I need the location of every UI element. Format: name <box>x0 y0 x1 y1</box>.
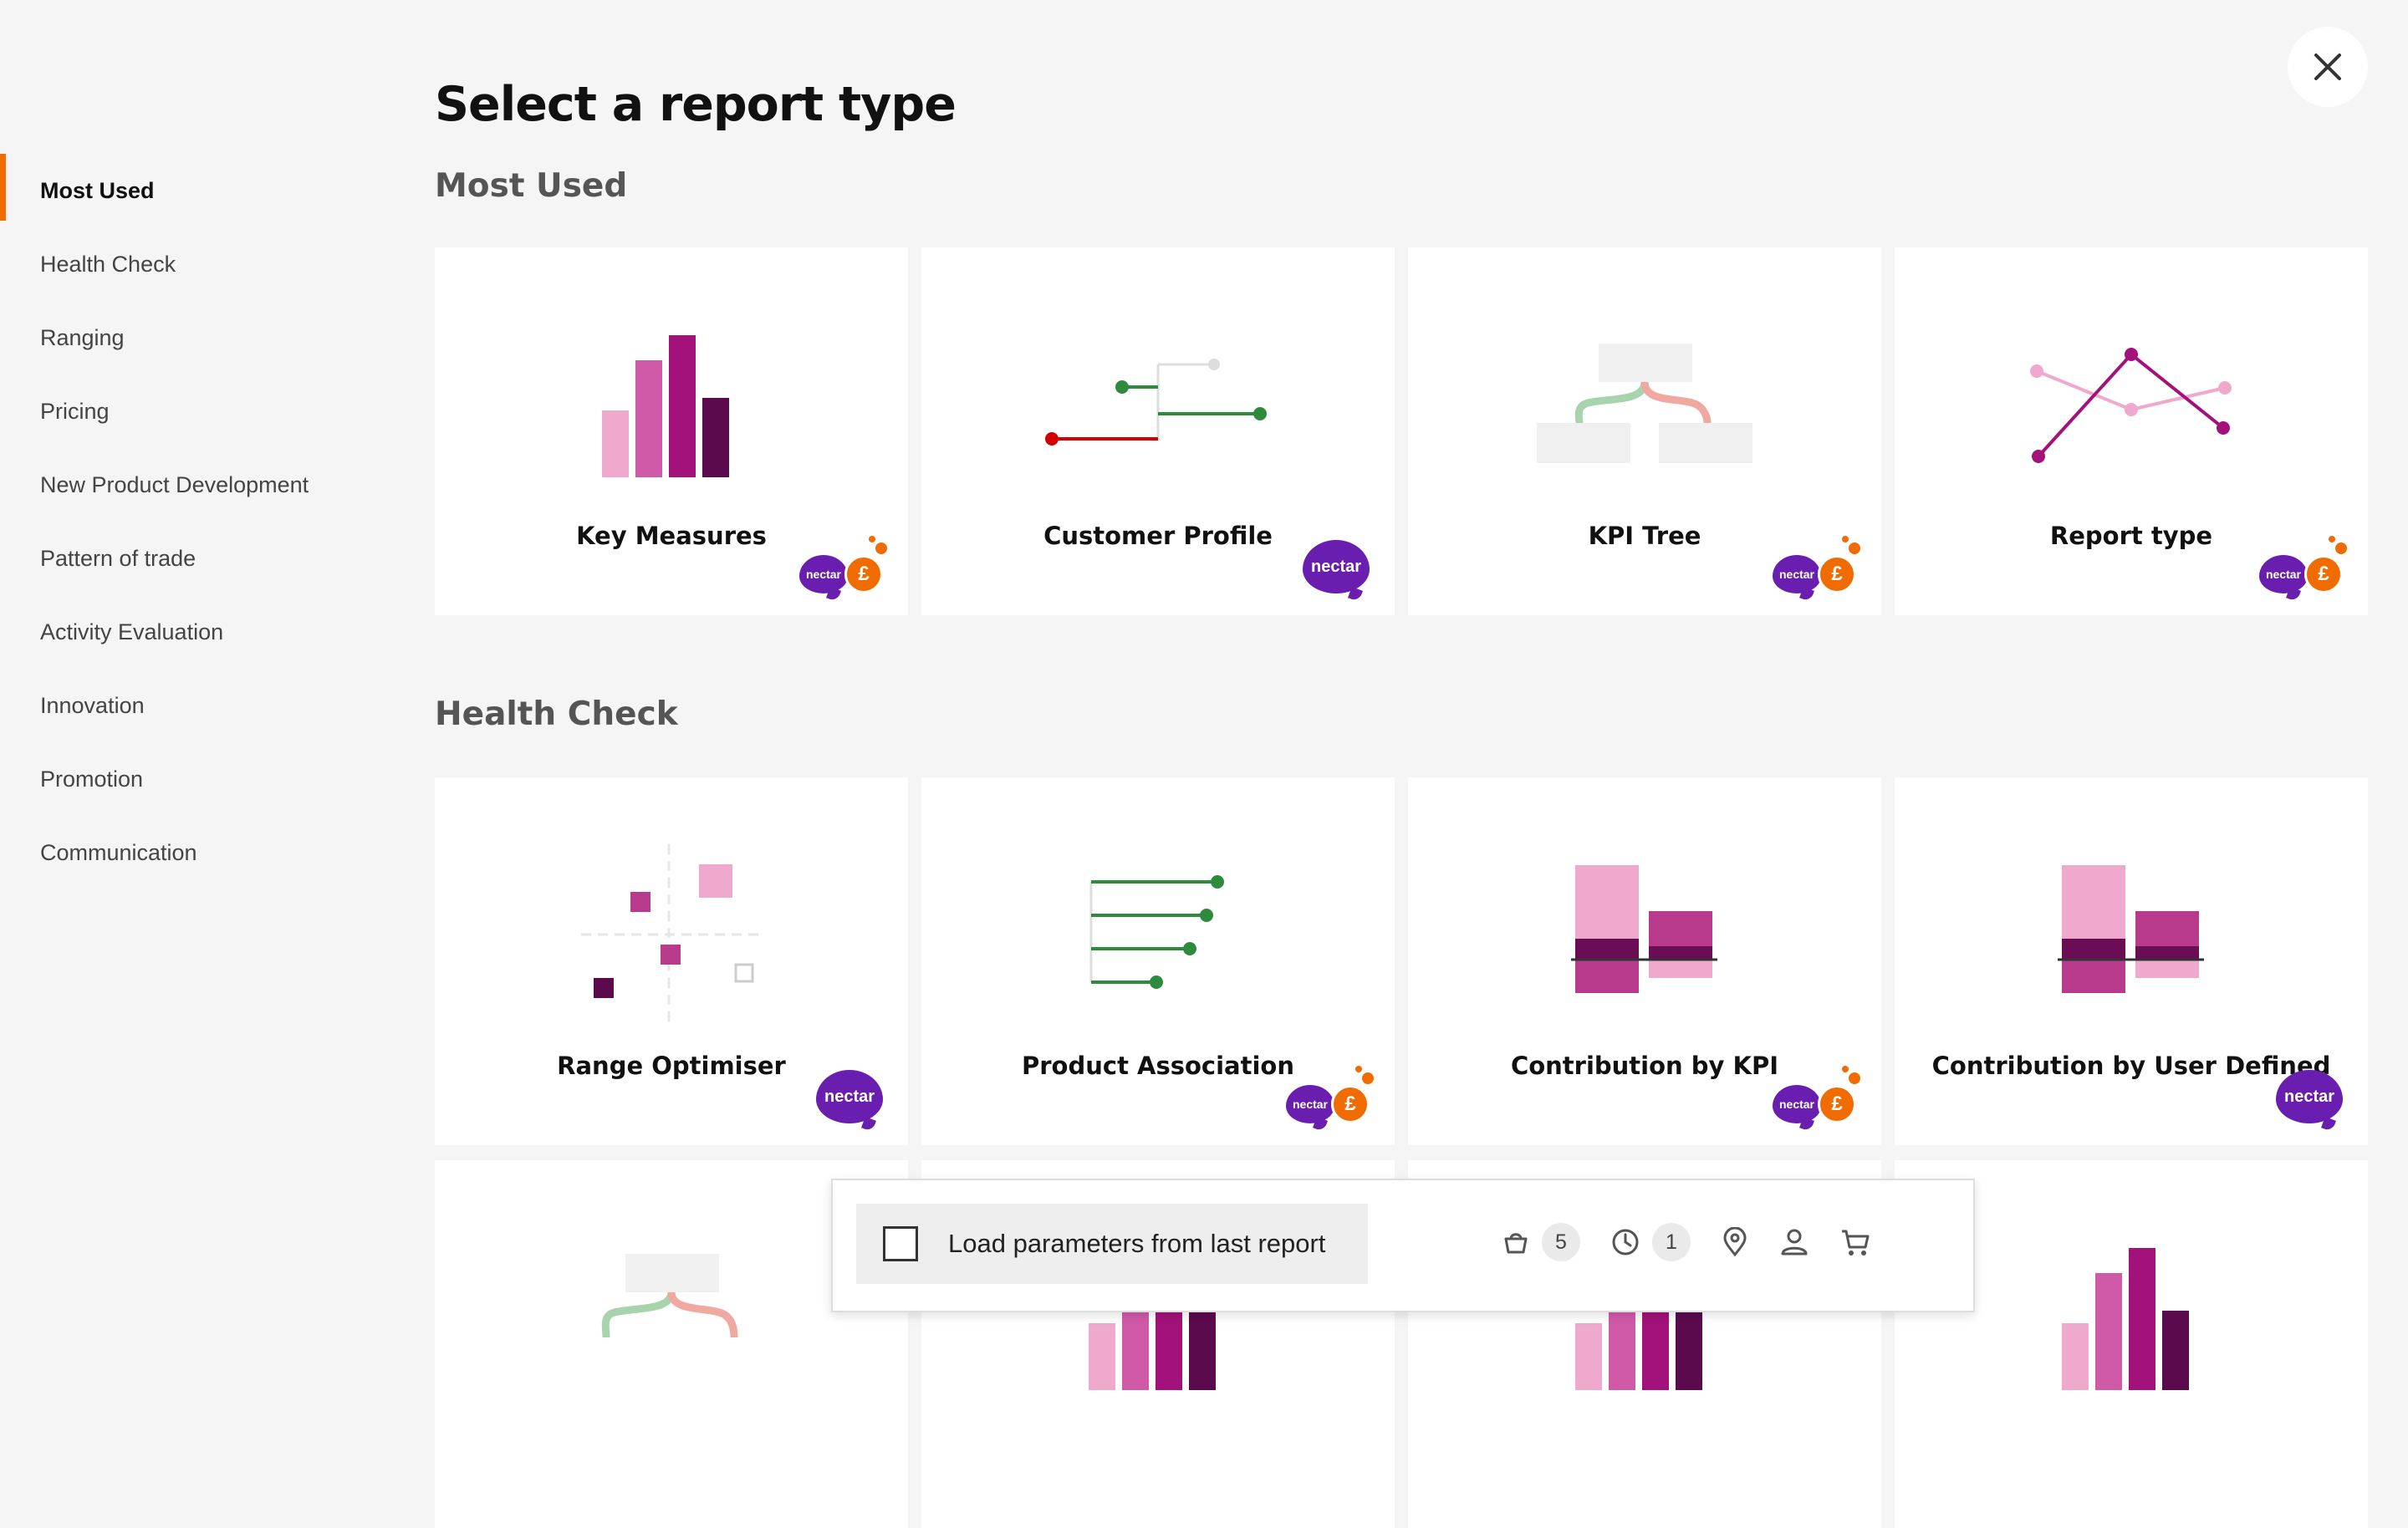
nectar-badge: nectar <box>816 1070 883 1123</box>
card-badges: nectar £ <box>1773 536 1860 593</box>
bar-chart-illustration <box>602 335 729 477</box>
card-label: Product Association <box>1022 1052 1294 1080</box>
report-card-contribution-by-kpi[interactable]: Contribution by KPI nectar £ <box>1408 777 1881 1145</box>
card-badges: nectar <box>816 1070 883 1123</box>
card-label: Key Measures <box>576 522 767 550</box>
report-card-key-measures[interactable]: Key Measures nectar £ <box>435 247 908 615</box>
sidebar-item-most-used[interactable]: Most Used <box>0 154 385 227</box>
basket-parameter[interactable]: 5 <box>1502 1223 1580 1261</box>
sidebar-item-innovation[interactable]: Innovation <box>0 669 385 742</box>
nectar-badge: nectar <box>1286 1085 1334 1123</box>
most-used-card-grid: Key Measures nectar £ Customer Profile n… <box>435 247 2368 615</box>
health-check-card-grid: Range Optimiser nectar Product Associati… <box>435 777 2368 1145</box>
nectar-badge: nectar <box>1773 1085 1821 1123</box>
nectar-badge: nectar <box>799 555 848 593</box>
close-button[interactable] <box>2288 27 2368 107</box>
report-parameters-bar: Load parameters from last report 5 1 <box>831 1179 1975 1312</box>
report-category-sidebar: Most Used Health Check Ranging Pricing N… <box>0 154 385 889</box>
sidebar-item-health-check[interactable]: Health Check <box>0 227 385 301</box>
customer-profile-illustration <box>1045 359 1267 446</box>
page-title: Select a report type <box>435 77 957 132</box>
report-card-report-type[interactable]: Report type nectar £ <box>1895 247 2368 615</box>
sidebar-item-promotion[interactable]: Promotion <box>0 742 385 816</box>
card-badges: nectar £ <box>2259 536 2347 593</box>
pound-badge: £ <box>1818 536 1860 593</box>
parameter-summary: 5 1 <box>1502 1219 1901 1266</box>
sidebar-item-new-product-development[interactable]: New Product Development <box>0 448 385 522</box>
location-pin-icon <box>1723 1227 1747 1257</box>
report-card-range-optimiser[interactable]: Range Optimiser nectar <box>435 777 908 1145</box>
load-parameters-toggle[interactable]: Load parameters from last report <box>856 1204 1368 1284</box>
load-parameters-label: Load parameters from last report <box>948 1229 1326 1258</box>
clock-icon <box>1612 1229 1639 1256</box>
nectar-badge: nectar <box>1303 540 1370 593</box>
location-parameter[interactable] <box>1721 1227 1749 1257</box>
cart-parameter[interactable] <box>1839 1227 1871 1257</box>
report-card-contribution-by-user-defined[interactable]: Contribution by User Defined nectar <box>1895 777 2368 1145</box>
report-card-kpi-tree[interactable]: KPI Tree nectar £ <box>1408 247 1881 615</box>
card-badges: nectar <box>2276 1070 2343 1123</box>
customer-parameter[interactable] <box>1779 1227 1809 1257</box>
nectar-badge: nectar <box>1773 555 1821 593</box>
pound-badge: £ <box>2304 536 2347 593</box>
kpi-tree-illustration <box>1537 344 1752 463</box>
card-badges: nectar <box>1303 540 1370 593</box>
time-count: 1 <box>1652 1223 1691 1261</box>
pound-badge: £ <box>844 536 887 593</box>
sidebar-item-pattern-of-trade[interactable]: Pattern of trade <box>0 522 385 595</box>
close-icon <box>2314 53 2341 80</box>
scatter-quadrant-illustration <box>581 844 761 1024</box>
section-title-health-check: Health Check <box>435 695 678 733</box>
user-icon <box>1781 1229 1808 1256</box>
sidebar-item-ranging[interactable]: Ranging <box>0 301 385 374</box>
basket-icon <box>1504 1233 1528 1254</box>
shopping-cart-icon <box>1842 1230 1870 1256</box>
card-badges: nectar £ <box>1286 1066 1374 1123</box>
section-title-most-used: Most Used <box>435 167 628 205</box>
nectar-badge: nectar <box>2276 1070 2343 1123</box>
time-parameter[interactable]: 1 <box>1610 1223 1691 1261</box>
basket-count: 5 <box>1542 1223 1580 1261</box>
card-badges: nectar £ <box>1773 1066 1860 1123</box>
pound-badge: £ <box>1331 1066 1374 1123</box>
sidebar-item-pricing[interactable]: Pricing <box>0 374 385 448</box>
card-label: KPI Tree <box>1588 522 1701 550</box>
card-label: Report type <box>2049 522 2213 550</box>
card-label: Contribution by KPI <box>1510 1052 1779 1080</box>
card-badges: nectar £ <box>799 536 887 593</box>
sidebar-item-activity-evaluation[interactable]: Activity Evaluation <box>0 595 385 669</box>
load-parameters-checkbox[interactable] <box>883 1226 918 1261</box>
report-card-product-association[interactable]: Product Association nectar £ <box>921 777 1395 1145</box>
lollipop-chart-illustration <box>1089 875 1224 989</box>
sidebar-item-communication[interactable]: Communication <box>0 816 385 889</box>
line-chart-illustration <box>2030 348 2232 463</box>
pound-badge: £ <box>1818 1066 1860 1123</box>
stacked-contribution-illustration <box>1571 865 1717 993</box>
stacked-contribution-illustration <box>2058 865 2204 993</box>
nectar-badge: nectar <box>2259 555 2308 593</box>
report-card-customer-profile[interactable]: Customer Profile nectar <box>921 247 1395 615</box>
